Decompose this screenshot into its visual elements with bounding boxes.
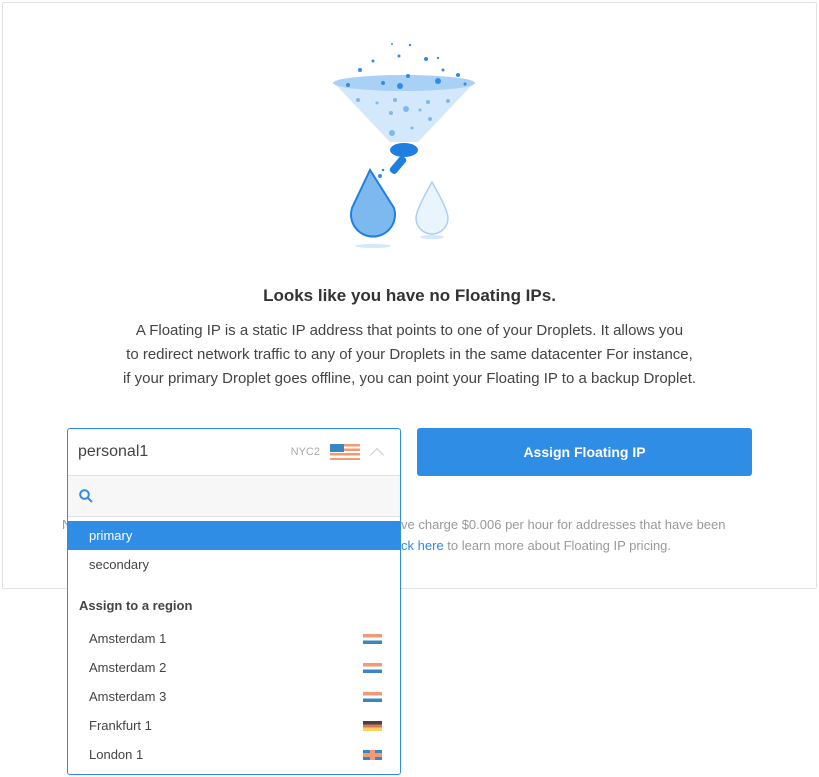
search-icon bbox=[79, 489, 93, 503]
pricing-note-line2: ck here to learn more about Floating IP … bbox=[401, 538, 671, 553]
assign-floating-ip-button[interactable]: Assign Floating IP bbox=[417, 428, 752, 476]
pricing-note-line1: ve charge $0.006 per hour for addresses … bbox=[401, 517, 726, 532]
option-label: Amsterdam 3 bbox=[89, 689, 167, 704]
option-label: London 1 bbox=[89, 747, 144, 762]
region-group-label: Assign to a region bbox=[79, 598, 193, 613]
netherlands-flag-icon bbox=[363, 633, 382, 644]
region-amsterdam-2[interactable]: Amsterdam 2 bbox=[68, 653, 400, 682]
dropdown-search[interactable] bbox=[68, 476, 400, 517]
description-line: A Floating IP is a static IP address tha… bbox=[135, 322, 684, 339]
option-label: secondary bbox=[89, 557, 149, 572]
option-secondary[interactable]: secondary bbox=[68, 550, 400, 579]
us-flag-icon bbox=[330, 444, 360, 460]
region-frankfurt-1[interactable]: Frankfurt 1 bbox=[68, 711, 400, 740]
region-london-1[interactable]: London 1 bbox=[68, 740, 400, 769]
pricing-note-rest: to learn more about Floating IP pricing. bbox=[443, 538, 672, 553]
empty-state-title: Looks like you have no Floating IPs. bbox=[263, 286, 556, 305]
option-label: Amsterdam 2 bbox=[89, 660, 167, 675]
option-label: Frankfurt 1 bbox=[89, 718, 152, 733]
netherlands-flag-icon bbox=[363, 662, 382, 673]
uk-flag-icon bbox=[363, 749, 382, 760]
funnel-illustration bbox=[333, 43, 475, 248]
chevron-up-icon[interactable] bbox=[369, 447, 385, 462]
option-label: primary bbox=[89, 528, 133, 543]
droplet-select-dropdown[interactable]: personal1 NYC2 primary secondary Assign … bbox=[67, 428, 401, 775]
region-amsterdam-1[interactable]: Amsterdam 1 bbox=[68, 624, 400, 653]
pricing-link[interactable]: ck here bbox=[401, 538, 444, 553]
netherlands-flag-icon bbox=[363, 691, 382, 702]
region-amsterdam-3[interactable]: Amsterdam 3 bbox=[68, 682, 400, 711]
search-input[interactable] bbox=[101, 476, 400, 516]
option-label: Amsterdam 1 bbox=[89, 631, 167, 646]
selected-droplet: personal1 bbox=[78, 443, 149, 460]
empty-state-description: A Floating IP is a static IP address tha… bbox=[0, 319, 819, 391]
description-line: if your primary Droplet goes offline, yo… bbox=[122, 370, 697, 387]
option-primary[interactable]: primary bbox=[68, 521, 400, 550]
selected-region: NYC2 bbox=[290, 446, 320, 458]
germany-flag-icon bbox=[363, 720, 382, 731]
description-line: to redirect network traffic to any of yo… bbox=[126, 346, 693, 363]
dropdown-header[interactable]: personal1 NYC2 bbox=[68, 429, 400, 476]
